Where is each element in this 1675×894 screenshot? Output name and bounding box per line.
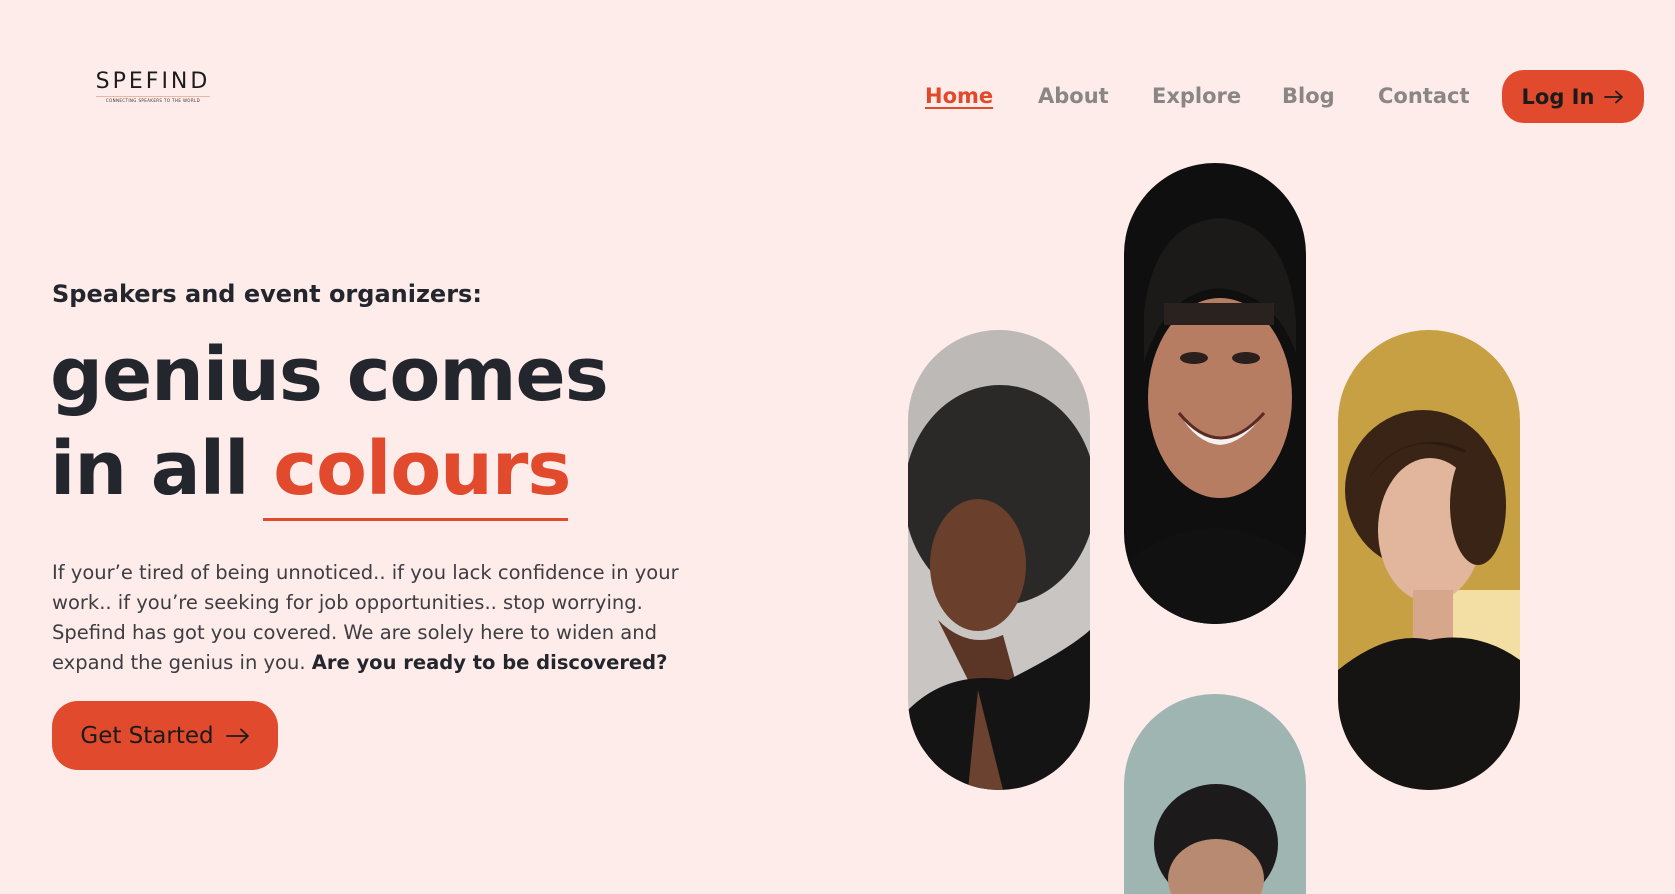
nav-link-about[interactable]: About <box>1038 70 1109 123</box>
hero-eyebrow: Speakers and event organizers: <box>52 280 482 308</box>
nav-link-home[interactable]: Home <box>925 70 993 123</box>
arrow-right-icon <box>225 728 249 743</box>
accent-underline <box>263 518 568 521</box>
hero-description: If your’e tired of being unnoticed.. if … <box>52 558 712 678</box>
login-button[interactable]: Log In <box>1502 70 1644 123</box>
main-nav: Home About Explore Blog Contact <box>0 70 1675 123</box>
arrow-right-icon <box>1604 90 1624 103</box>
portrait-man-smiling <box>1124 163 1306 624</box>
portrait-man-bottom <box>1124 694 1306 894</box>
portrait-woman-afro <box>908 330 1090 790</box>
nav-link-explore[interactable]: Explore <box>1152 70 1241 123</box>
login-button-label: Log In <box>1521 84 1595 109</box>
hero-description-bold: Are you ready to be discovered? <box>311 651 668 674</box>
headline-accent-word: colours <box>273 426 571 512</box>
headline-line-1: genius comes <box>50 332 609 418</box>
headline-line-2-prefix: in all <box>50 426 274 512</box>
get-started-button[interactable]: Get Started <box>52 701 278 770</box>
get-started-label: Get Started <box>80 722 214 749</box>
nav-link-blog[interactable]: Blog <box>1282 70 1335 123</box>
portrait-woman-curly <box>1338 330 1520 790</box>
hero-headline: genius comes in all colours <box>50 328 609 516</box>
nav-link-contact[interactable]: Contact <box>1378 70 1470 123</box>
